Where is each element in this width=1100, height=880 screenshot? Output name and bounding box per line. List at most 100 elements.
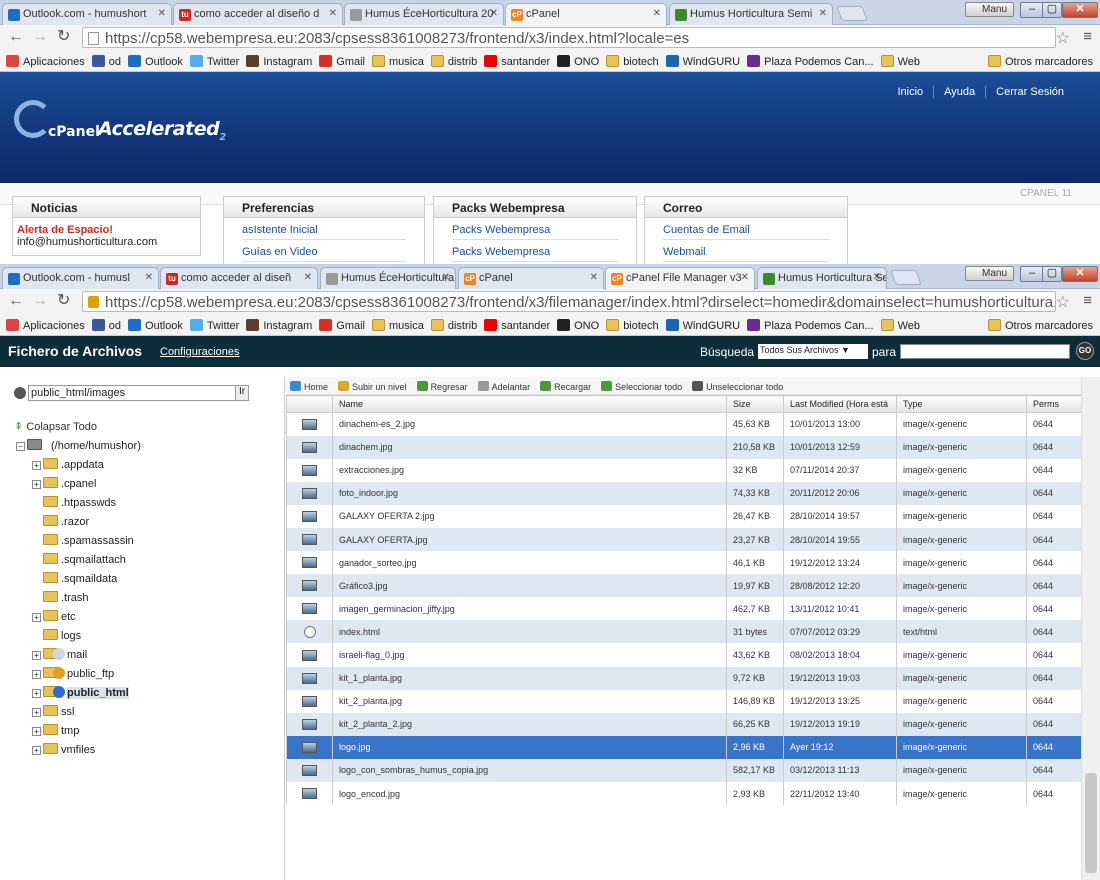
home-link[interactable]: Inicio: [887, 86, 923, 98]
tree-node-publicftp[interactable]: + public_ftp: [32, 667, 114, 683]
menu-icon[interactable]: ≡: [1083, 28, 1092, 45]
email-accounts-link[interactable]: Cuentas de Email: [663, 224, 829, 240]
table-row[interactable]: kit_2_planta.jpg 146,89 KB 19/12/2013 13:2…: [286, 689, 1082, 713]
bookmark-star-icon[interactable]: ☆: [1056, 292, 1070, 312]
bookmark-item[interactable]: Twitter: [189, 50, 239, 68]
table-row[interactable]: imagen_germinacion_jiffy.jpg 462,7 KB 13/1…: [286, 597, 1082, 621]
tree-node-sqmailattach[interactable]: .sqmailattach: [32, 553, 126, 569]
bookmark-item[interactable]: musica: [372, 50, 424, 68]
maximize-button[interactable]: ▢: [1042, 266, 1062, 282]
name-column-header[interactable]: Name: [332, 395, 727, 413]
logout-link[interactable]: Cerrar Sesión: [985, 86, 1064, 98]
bookmark-item[interactable]: Instagram: [246, 314, 312, 332]
bookmark-item[interactable]: ONO: [557, 50, 599, 68]
table-row[interactable]: Gráfico3.jpg 19,97 KB 28/08/2012 12:20 imag…: [286, 574, 1082, 598]
bookmark-item[interactable]: Web: [880, 314, 920, 332]
table-row[interactable]: dinachem-es_2.jpg 45,63 KB 10/01/2013 13:0…: [286, 412, 1082, 436]
close-tab-icon[interactable]: ✕: [442, 272, 450, 283]
tree-node-tmp[interactable]: + tmp: [32, 724, 79, 740]
user-profile-badge[interactable]: Manu: [964, 266, 1014, 281]
url-input[interactable]: https://cp58.webempresa.eu:2083/cpsess83…: [82, 27, 1056, 48]
bookmark-item[interactable]: distrib: [430, 314, 477, 332]
expand-icon[interactable]: +: [32, 727, 41, 736]
bookmark-item[interactable]: Gmail: [319, 50, 365, 68]
webmail-link[interactable]: Webmail: [663, 246, 829, 262]
tree-node-etc[interactable]: + etc: [32, 610, 76, 626]
close-tab-icon[interactable]: ✕: [490, 8, 498, 19]
tree-node-vmfiles[interactable]: + vmfiles: [32, 743, 95, 759]
minimize-button[interactable]: –: [1020, 2, 1044, 18]
back-link[interactable]: Regresar: [413, 377, 474, 392]
video-guides-link[interactable]: Guías en Video: [242, 246, 406, 262]
settings-link[interactable]: Configuraciones: [160, 346, 240, 358]
close-tab-icon[interactable]: ✕: [329, 8, 337, 19]
close-window-button[interactable]: ✕: [1062, 2, 1098, 18]
bookmark-item[interactable]: santander: [484, 314, 550, 332]
modified-column-header[interactable]: Last Modified (Hora está: [783, 395, 897, 413]
close-tab-icon[interactable]: ✕: [304, 272, 312, 283]
table-row[interactable]: kit_2_planta_2.jpg 66,25 KB 19/12/2013 19:…: [286, 712, 1082, 736]
table-row[interactable]: kit_1_planta.jpg 9,72 KB 19/12/2013 19:03 i…: [286, 666, 1082, 690]
close-tab-icon[interactable]: ✕: [158, 8, 166, 19]
bookmark-item[interactable]: od: [91, 314, 121, 332]
expand-icon[interactable]: +: [32, 708, 41, 717]
reload-link[interactable]: Recargar: [536, 377, 597, 392]
tree-node-trash[interactable]: .trash: [32, 591, 89, 607]
bookmark-item[interactable]: santander: [484, 50, 550, 68]
expand-icon[interactable]: +: [32, 746, 41, 755]
search-scope-select[interactable]: Todos Sus Archivos ▼: [758, 344, 868, 359]
bookmark-item[interactable]: Twitter: [189, 314, 239, 332]
unselect-all-link[interactable]: Unseleccionar todo: [688, 377, 789, 392]
expand-icon[interactable]: +: [32, 689, 41, 698]
close-tab-icon[interactable]: ✕: [653, 8, 661, 19]
bookmark-item[interactable]: biotech: [606, 314, 659, 332]
browser-tab[interactable]: cP cPanel File Manager v3 ✕: [605, 267, 755, 290]
bookmark-item[interactable]: biotech: [606, 50, 659, 68]
bookmark-item[interactable]: ONO: [557, 314, 599, 332]
browser-tab[interactable]: Outlook.com - humushort ✕: [2, 3, 172, 25]
expand-icon[interactable]: +: [32, 480, 41, 489]
expand-icon[interactable]: +: [32, 670, 41, 679]
url-input[interactable]: https://cp58.webempresa.eu:2083/cpsess83…: [82, 291, 1056, 312]
table-row[interactable]: foto_indoor.jpg 74,33 KB 20/11/2012 20:06 i…: [286, 481, 1082, 505]
type-column-header[interactable]: Type: [896, 395, 1027, 413]
collapse-icon[interactable]: −: [16, 442, 25, 451]
back-icon[interactable]: ←: [8, 292, 24, 310]
new-tab-button[interactable]: [836, 6, 868, 21]
bookmark-item[interactable]: Outlook: [128, 50, 183, 68]
packs-link-2[interactable]: Packs Webempresa: [452, 246, 618, 262]
bookmark-item[interactable]: Aplicaciones: [6, 314, 85, 332]
reload-icon[interactable]: ↻: [57, 292, 70, 310]
close-tab-icon[interactable]: ✕: [741, 272, 749, 283]
path-go-button[interactable]: Ir: [235, 385, 249, 401]
close-tab-icon[interactable]: ✕: [590, 272, 598, 283]
menu-icon[interactable]: ≡: [1083, 292, 1092, 309]
tree-node-mail[interactable]: + mail: [32, 648, 87, 664]
expand-icon[interactable]: +: [32, 651, 41, 660]
reload-icon[interactable]: ↻: [57, 28, 70, 46]
bookmark-item[interactable]: Plaza Podemos Can...: [747, 50, 874, 68]
bookmark-item[interactable]: distrib: [430, 50, 477, 68]
tree-node-htpasswds[interactable]: .htpasswds: [32, 496, 116, 512]
bookmark-item[interactable]: WindGURU: [665, 314, 740, 332]
forward-link[interactable]: Adelantar: [474, 377, 537, 392]
tree-node-publichtml[interactable]: + public_html: [32, 686, 129, 702]
tree-node-homehumushor[interactable]: − (/home/humushor): [16, 439, 141, 455]
bookmark-item[interactable]: Instagram: [246, 50, 312, 68]
table-row[interactable]: logo_encod.jpg 2,93 KB 22/11/2012 13:40 ima…: [286, 782, 1082, 806]
expand-icon[interactable]: +: [32, 461, 41, 470]
browser-tab[interactable]: tu como acceder al diseñ ✕: [160, 267, 318, 289]
path-input[interactable]: public_html/images: [28, 385, 248, 401]
table-row[interactable]: logo.jpg 2,96 KB Ayer 19:12 image/x-generic…: [286, 735, 1082, 759]
up-level-link[interactable]: Subir un nivel: [334, 377, 413, 392]
table-row[interactable]: israeli-flag_0.jpg 43,62 KB 08/02/2013 18:…: [286, 643, 1082, 667]
table-row[interactable]: index.html 31 bytes 07/07/2012 03:29 text/h…: [286, 620, 1082, 644]
minimize-button[interactable]: –: [1020, 266, 1044, 282]
browser-tab[interactable]: Humus ÉceHorticultura ✕: [320, 267, 456, 289]
search-input[interactable]: [900, 344, 1070, 359]
table-row[interactable]: GALAXY OFERTA 2.jpg 26,47 KB 28/10/2014 19…: [286, 504, 1082, 528]
bookmark-star-icon[interactable]: ☆: [1056, 28, 1070, 48]
bookmark-item[interactable]: Gmail: [319, 314, 365, 332]
search-go-button[interactable]: GO: [1076, 342, 1094, 360]
bookmark-item[interactable]: Web: [880, 50, 920, 68]
